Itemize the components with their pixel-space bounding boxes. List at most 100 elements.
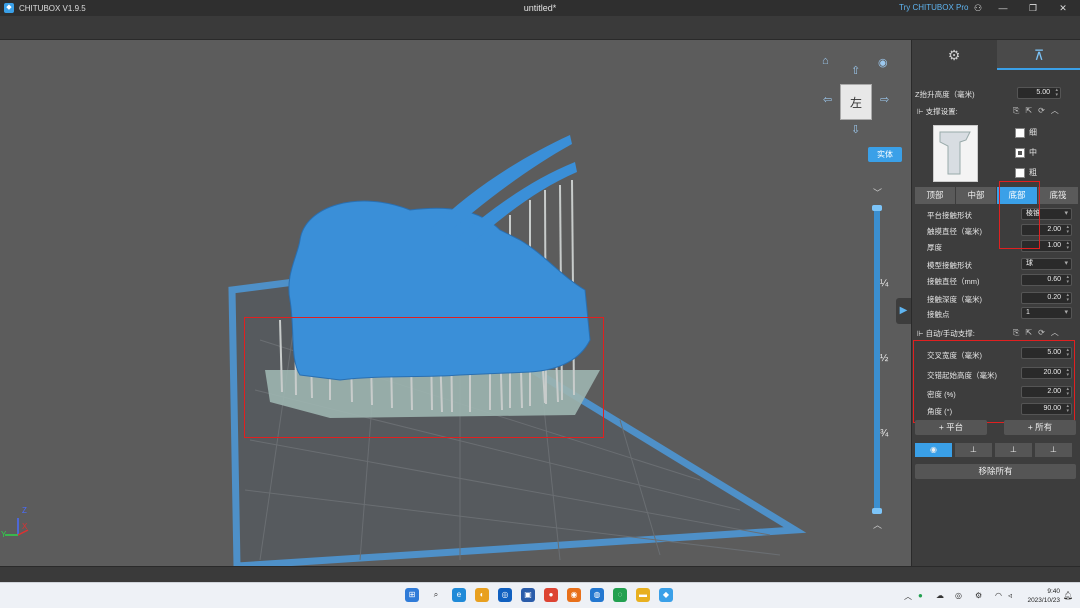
contact-points-label: 接触点: [927, 310, 950, 319]
axis-z-label: Z: [22, 506, 27, 515]
view-cube[interactable]: 左: [840, 84, 872, 120]
chrome-icon[interactable]: ●: [544, 588, 558, 602]
contact-diameter-mm-input[interactable]: 0.60 ▴ ▾: [1021, 274, 1072, 286]
rotate-down-icon[interactable]: ⇩: [851, 125, 860, 136]
minimize-icon[interactable]: —: [990, 0, 1016, 16]
tray-settings-icon[interactable]: ⚙: [975, 591, 982, 600]
app-logo-icon: ◆: [4, 3, 14, 13]
tab-middle[interactable]: 中部: [956, 187, 996, 204]
model-contact-shape-select[interactable]: 球: [1021, 258, 1072, 270]
tray-overflow-icon[interactable]: ︿: [904, 591, 912, 602]
3d-viewport[interactable]: Z Y X ⌂ ⇧ ◉ ⇦ ⇨ ⇩ 左 实体 ﹀ ¼ ½ ¾ ︿: [0, 40, 911, 566]
wechat-icon[interactable]: ◌: [613, 588, 627, 602]
thickness-label: 厚度: [927, 243, 942, 252]
support-tool-add-icon[interactable]: ⊥: [955, 443, 992, 457]
contact-diameter-label: 触摸直径（毫米): [927, 227, 982, 236]
rotate-up-icon[interactable]: ⇧: [851, 66, 860, 77]
slider-three-quarter-label: ¾: [880, 428, 889, 439]
collapse-panel-arrow-icon[interactable]: ▶: [896, 298, 911, 324]
medium-checkbox[interactable]: [1015, 147, 1025, 158]
contact-points-select[interactable]: 1: [1021, 307, 1072, 319]
slider-down-chevron-icon[interactable]: ︿: [873, 518, 882, 531]
chitubox-taskbar-icon[interactable]: ◆: [659, 588, 673, 602]
clock-time: 9:40: [1047, 588, 1060, 595]
slider-up-chevron-icon[interactable]: ﹀: [873, 186, 882, 199]
menu-strip: [0, 16, 1080, 40]
taskbar-app2-icon[interactable]: ◍: [590, 588, 604, 602]
platform-contact-shape-label: 平台接触形状: [927, 211, 972, 220]
support-preview-image: [933, 125, 978, 182]
z-lift-value: 5.00: [1036, 89, 1050, 96]
file-explorer-icon[interactable]: ▬: [636, 588, 650, 602]
wifi-icon[interactable]: ◠: [995, 591, 1002, 600]
auto-support-label: 自动/手动支撑:: [925, 329, 975, 338]
close-icon[interactable]: ✕: [1050, 0, 1076, 16]
highlight-box-auto-support: [913, 340, 1075, 423]
notifications-icon[interactable]: 🔔︎: [1063, 591, 1073, 600]
highlight-box-supports: [244, 317, 604, 438]
medium-label: 中: [1029, 148, 1037, 157]
home-view-icon[interactable]: ⌂: [822, 56, 829, 67]
restore-icon[interactable]: ❐: [1020, 0, 1046, 16]
auto-support-actions[interactable]: ⎘⇱⟳︿: [1013, 327, 1065, 338]
layer-slider-bottom-handle[interactable]: [872, 508, 882, 514]
eye-icon[interactable]: ◉: [878, 58, 888, 69]
user-icon[interactable]: ⚇: [965, 0, 991, 16]
firefox-icon[interactable]: ◉: [567, 588, 581, 602]
support-settings-header: ⊩ 支撑设置:: [917, 107, 958, 116]
app-window: ◆ CHITUBOX V1.9.5 untitled* Try CHITUBOX…: [0, 0, 1080, 608]
taskbar-app-icon[interactable]: ◎: [498, 588, 512, 602]
tray-cloud-icon[interactable]: ☁: [936, 591, 944, 600]
photos-icon[interactable]: ◐: [475, 588, 489, 602]
add-all-button[interactable]: + 所有: [1004, 420, 1076, 435]
start-icon[interactable]: ⊞: [405, 588, 419, 602]
auto-support-header: ⊩ 自动/手动支撑:: [917, 329, 975, 338]
speaker-icon[interactable]: ◃: [1008, 591, 1012, 600]
remove-all-button[interactable]: 移除所有: [915, 464, 1076, 479]
support-tool-edit-icon[interactable]: ⊥: [1035, 443, 1072, 457]
scene-render: [5, 135, 807, 566]
thickness-value: 1.00: [1047, 242, 1061, 249]
tab-top[interactable]: 顶部: [915, 187, 955, 204]
contact-diameter-mm-value: 0.60: [1047, 276, 1061, 283]
z-lift-label: Z抬升高度（毫米): [915, 90, 975, 99]
thickness-thin-option[interactable]: 细: [1015, 127, 1037, 138]
edge-icon[interactable]: e: [452, 588, 466, 602]
slider-half-label: ½: [880, 353, 889, 364]
tray-app-icon[interactable]: ◎: [955, 591, 962, 600]
status-strip: [0, 566, 1080, 582]
support-tool-remove-icon[interactable]: ⊥: [995, 443, 1032, 457]
tab-support[interactable]: ⊼: [997, 40, 1080, 70]
contact-depth-value: 0.20: [1047, 294, 1061, 301]
rotate-left-icon[interactable]: ⇦: [823, 95, 832, 106]
axis-y-label: Y: [1, 530, 7, 539]
tray-wechat-icon[interactable]: ●: [918, 591, 923, 600]
windows-taskbar: ⊞ ⌕ e ◐ ◎ ▣ ● ◉ ◍ ◌ ▬ ◆ ︿ ● ☁ ◎ ⚙ ◠ ◃ 9:…: [0, 582, 1080, 608]
thick-checkbox[interactable]: [1015, 167, 1025, 178]
system-clock[interactable]: 9:40 2023/10/23: [1024, 587, 1060, 605]
support-settings-actions[interactable]: ⎘⇱⟳︿: [1013, 105, 1065, 116]
try-pro-link[interactable]: Try CHITUBOX Pro: [899, 3, 968, 12]
layer-slider-top-handle[interactable]: [872, 205, 882, 211]
search-icon[interactable]: ⌕: [429, 588, 443, 602]
tab-model-settings[interactable]: ⚙: [912, 40, 996, 70]
model-blade-upper: [430, 135, 572, 240]
show-supports-eye-icon[interactable]: ◉: [915, 443, 952, 457]
solid-view-button[interactable]: 实体: [868, 147, 902, 162]
tab-raft[interactable]: 底筏: [1038, 187, 1078, 204]
store-icon[interactable]: ▣: [521, 588, 535, 602]
support-settings-label: 支撑设置:: [925, 107, 958, 116]
thick-label: 粗: [1029, 168, 1037, 177]
thin-checkbox[interactable]: [1015, 127, 1025, 138]
axis-x-label: X: [22, 522, 28, 531]
contact-depth-input[interactable]: 0.20 ▴ ▾: [1021, 292, 1072, 304]
highlight-box-bottom-tab: [999, 181, 1040, 249]
z-lift-input[interactable]: 5.00 ▴ ▾: [1017, 87, 1061, 99]
rotate-right-icon[interactable]: ⇨: [880, 95, 889, 106]
app-name: CHITUBOX V1.9.5: [19, 3, 86, 13]
thickness-thick-option[interactable]: 粗: [1015, 167, 1037, 178]
contact-depth-label: 接触深度（毫米): [927, 295, 982, 304]
add-platform-button[interactable]: + 平台: [915, 420, 987, 435]
clock-date: 2023/10/23: [1027, 597, 1060, 604]
thickness-medium-option[interactable]: 中: [1015, 147, 1037, 158]
